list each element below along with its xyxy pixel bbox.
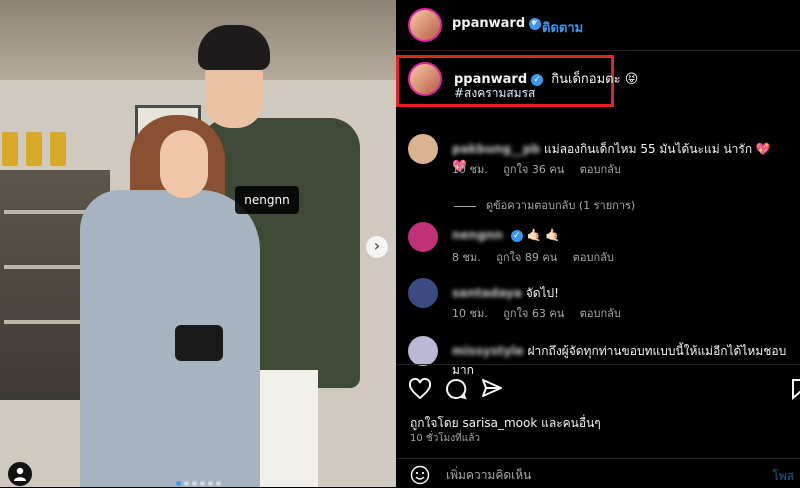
commenter-username[interactable]: pakbung__pb — [452, 142, 540, 156]
comment-meta: 10 ชม. ถูกใจ 36 คน ตอบกลับ — [452, 160, 633, 178]
comment-body: santadaya จัดไป! — [452, 284, 559, 303]
heart-icon[interactable] — [408, 377, 432, 401]
photo-man-hair — [198, 25, 270, 70]
user-icon — [14, 467, 26, 481]
commenter-username[interactable]: nengnn — [452, 228, 503, 242]
photo-cup — [50, 132, 66, 166]
commenter-username[interactable]: missystyle — [452, 344, 524, 358]
author-username-text[interactable]: ppanward — [452, 16, 525, 31]
photo-cup — [2, 132, 18, 166]
view-replies-button[interactable]: ดูข้อความตอบกลับ (1 รายการ) — [454, 196, 635, 214]
commenter-avatar[interactable] — [408, 278, 438, 308]
comment-time: 10 ชม. — [452, 163, 488, 176]
photo-camera — [175, 325, 223, 361]
reply-button[interactable]: ตอบกลับ — [573, 251, 614, 264]
author-avatar[interactable] — [408, 8, 442, 42]
verified-badge-icon: ✓ — [510, 229, 523, 242]
comment-time: 10 ชม. — [452, 307, 488, 320]
caption-hashtag[interactable]: #สงครามสมรส — [454, 84, 535, 103]
tagged-users-button[interactable] — [8, 462, 32, 486]
carousel-dot — [200, 481, 205, 486]
post-detail-panel: ppanward ✓ • ติดตาม ppanward ✓ กินเด็กอมตะ… — [396, 0, 800, 487]
carousel-dots — [176, 481, 221, 486]
send-icon[interactable] — [480, 377, 504, 401]
commenter-username[interactable]: santadaya — [452, 286, 522, 300]
comment-text: 🤙🏻 🤙🏻 — [526, 228, 561, 242]
follow-button[interactable]: ติดตาม — [542, 17, 583, 38]
commenter-avatar[interactable] — [408, 222, 438, 252]
post-photo[interactable]: nengnn › — [0, 0, 396, 487]
comment-bar: โพส — [396, 458, 800, 488]
commenter-avatar[interactable] — [408, 336, 438, 366]
comment-likes[interactable]: ถูกใจ 63 คน — [503, 307, 564, 320]
comment-icon[interactable] — [444, 377, 468, 401]
comment-time: 8 ชม. — [452, 251, 481, 264]
commenter-avatar[interactable] — [408, 134, 438, 164]
reply-button[interactable]: ตอบกลับ — [580, 307, 621, 320]
bookmark-icon[interactable] — [788, 377, 800, 401]
comment-item: missystyle ฝากถึงผู้จัดทุกท่านขอบทแบบนี้… — [408, 336, 788, 377]
carousel-dot — [192, 481, 197, 486]
post-time: 10 ชั่วโมงที่แล้ว — [410, 433, 480, 444]
comment-input[interactable] — [444, 465, 748, 485]
comment-item: santadaya จัดไป! 10 ชม. ถูกใจ 63 คน ตอบก… — [408, 278, 788, 322]
comment-meta: 8 ชม. ถูกใจ 89 คน ตอบกลับ — [452, 248, 626, 266]
caption-text: กินเด็กอมตะ 😝 — [551, 72, 639, 87]
photo-woman-denim — [80, 190, 260, 487]
author-username[interactable]: ppanward ✓ — [452, 16, 542, 31]
chevron-right-icon[interactable]: › — [366, 236, 388, 258]
comment-body: nengnn ✓ 🤙🏻 🤙🏻 — [452, 228, 560, 242]
post-header: ppanward ✓ • ติดตาม — [396, 0, 800, 51]
carousel-dot — [184, 481, 189, 486]
reply-button[interactable]: ตอบกลับ — [580, 163, 621, 176]
emoji-icon[interactable] — [410, 465, 430, 485]
post-comment-button[interactable]: โพส — [772, 467, 794, 486]
separator-dot: • — [530, 16, 538, 31]
photo-ceiling — [0, 0, 396, 80]
comment-item: nengnn ✓ 🤙🏻 🤙🏻 8 ชม. ถูกใจ 89 คน ตอบกลับ — [408, 222, 788, 266]
carousel-dot — [216, 481, 221, 486]
carousel-dot — [176, 481, 181, 486]
comment-likes[interactable]: ถูกใจ 36 คน — [503, 163, 564, 176]
comment-meta: 10 ชม. ถูกใจ 63 คน ตอบกลับ — [452, 304, 633, 322]
comment-likes[interactable]: ถูกใจ 89 คน — [496, 251, 557, 264]
photo-cup — [26, 132, 42, 166]
comment-item: pakbung__pb แม่ลองกินเด็กไหม 55 มันได้นะ… — [408, 134, 788, 178]
user-tag[interactable]: nengnn — [235, 186, 299, 214]
caption-author-avatar[interactable] — [408, 62, 442, 96]
photo-woman-face — [160, 130, 208, 198]
post-actions: ถูกใจโดย sarisa_mook และคนอื่นๆ 10 ชั่วโ… — [396, 364, 800, 465]
carousel-dot — [208, 481, 213, 486]
comment-text: จัดไป! — [525, 286, 559, 300]
